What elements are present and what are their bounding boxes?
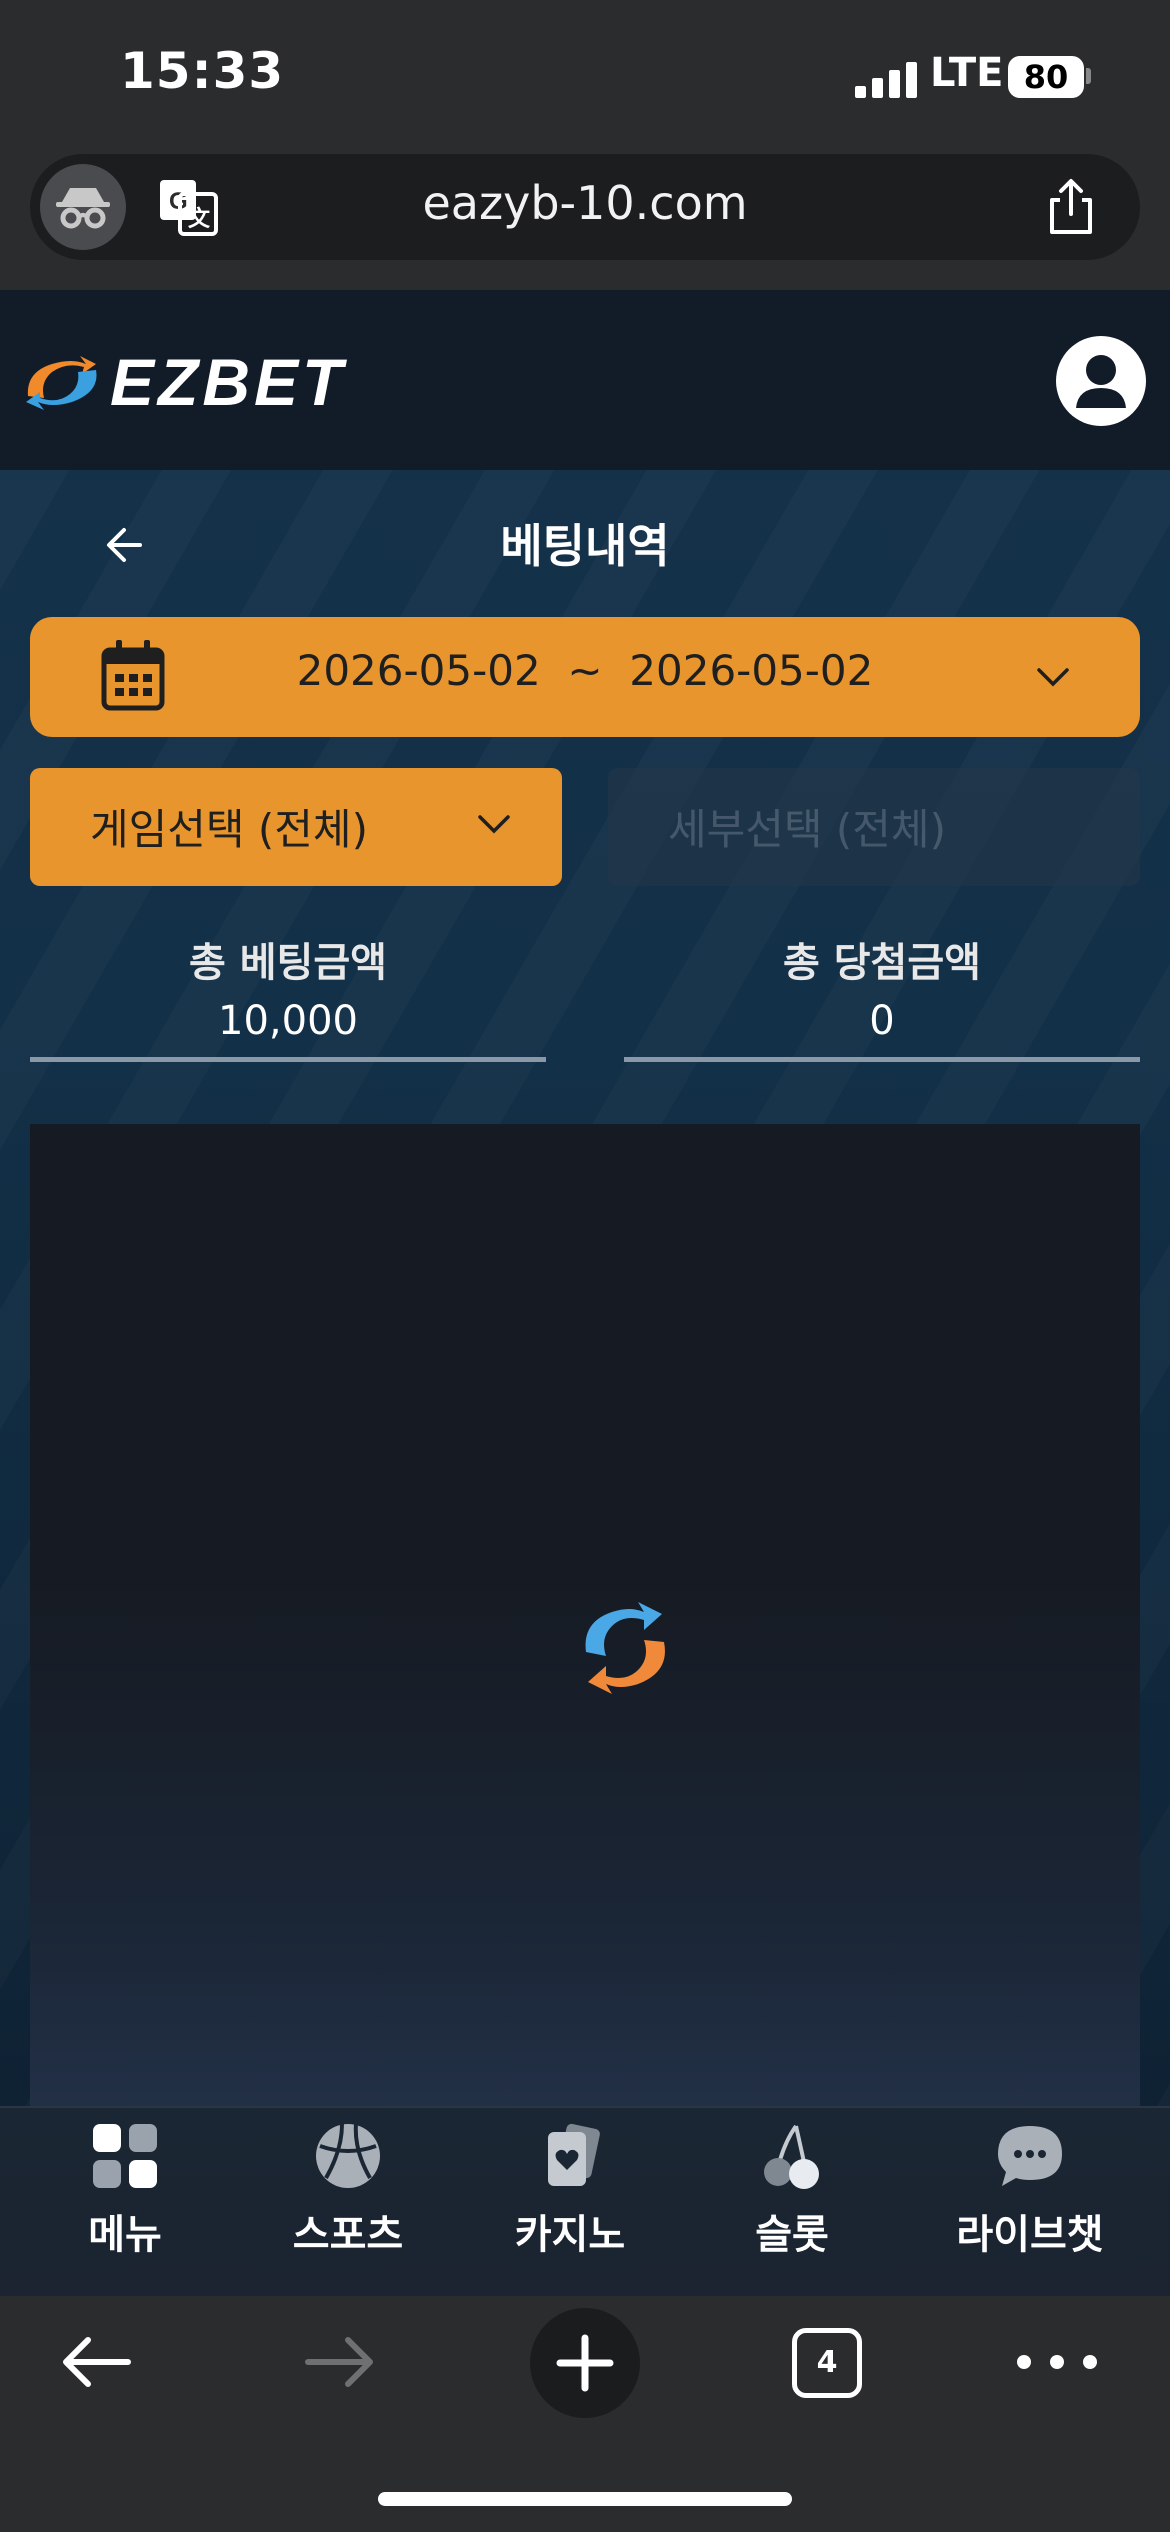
nav-item-livechat[interactable]: 라이브챗 (930, 2120, 1130, 2280)
signal-icon (855, 60, 917, 98)
game-select-label[interactable]: 게임선택 (전체) (90, 796, 368, 857)
ezbet-logo-icon[interactable] (22, 350, 102, 414)
chevron-down-icon[interactable] (1035, 665, 1071, 689)
url-text[interactable]: eazyb-10.com (0, 176, 1170, 230)
profile-avatar-icon[interactable] (1056, 336, 1146, 426)
cherry-icon (756, 2120, 828, 2192)
nav-item-menu[interactable]: 메뉴 (25, 2120, 225, 2280)
share-icon[interactable] (1040, 176, 1102, 238)
total-win-underline (624, 1057, 1140, 1062)
total-win-value: 0 (869, 998, 895, 1044)
ball-icon (312, 2120, 384, 2192)
nav-item-slot[interactable]: 슬롯 (692, 2120, 892, 2280)
date-range-text[interactable]: 2026-05-02 ~ 2026-05-02 (0, 646, 1170, 695)
battery-tip (1086, 68, 1091, 84)
more-options-icon[interactable] (1012, 2352, 1102, 2372)
nav-label: 라이브챗 (956, 2212, 1104, 2258)
page-title: 베팅내역 (500, 519, 670, 573)
status-time: 15:33 (120, 42, 285, 100)
nav-label: 스포츠 (292, 2212, 404, 2258)
browser-back-icon[interactable] (58, 2332, 134, 2392)
total-bet-label: 총 베팅금액 (189, 940, 387, 986)
home-indicator[interactable] (378, 2492, 792, 2506)
total-bet-value: 10,000 (218, 998, 358, 1044)
nav-item-casino[interactable]: 카지노 (470, 2120, 670, 2280)
total-win-label: 총 당첨금액 (783, 940, 981, 986)
loading-spinner-icon (578, 1600, 672, 1696)
cards-icon (534, 2120, 606, 2192)
nav-label: 슬롯 (755, 2212, 829, 2258)
nav-label: 메뉴 (88, 2212, 162, 2258)
new-tab-button[interactable] (530, 2308, 640, 2418)
nav-item-sports[interactable]: 스포츠 (248, 2120, 448, 2280)
grid-icon (89, 2120, 161, 2192)
battery-icon: 80 (1008, 56, 1084, 98)
brand-logo-text[interactable]: EZBET (110, 344, 346, 420)
chevron-down-icon[interactable] (476, 812, 512, 836)
network-type: LTE (930, 50, 1004, 96)
tab-switcher-button[interactable]: 4 (792, 2328, 862, 2398)
total-bet-underline (30, 1057, 546, 1062)
chat-bubble-icon (994, 2120, 1066, 2192)
browser-forward-icon[interactable] (302, 2332, 378, 2392)
detail-select-label[interactable]: 세부선택 (전체) (668, 796, 946, 857)
nav-label: 카지노 (514, 2212, 626, 2258)
